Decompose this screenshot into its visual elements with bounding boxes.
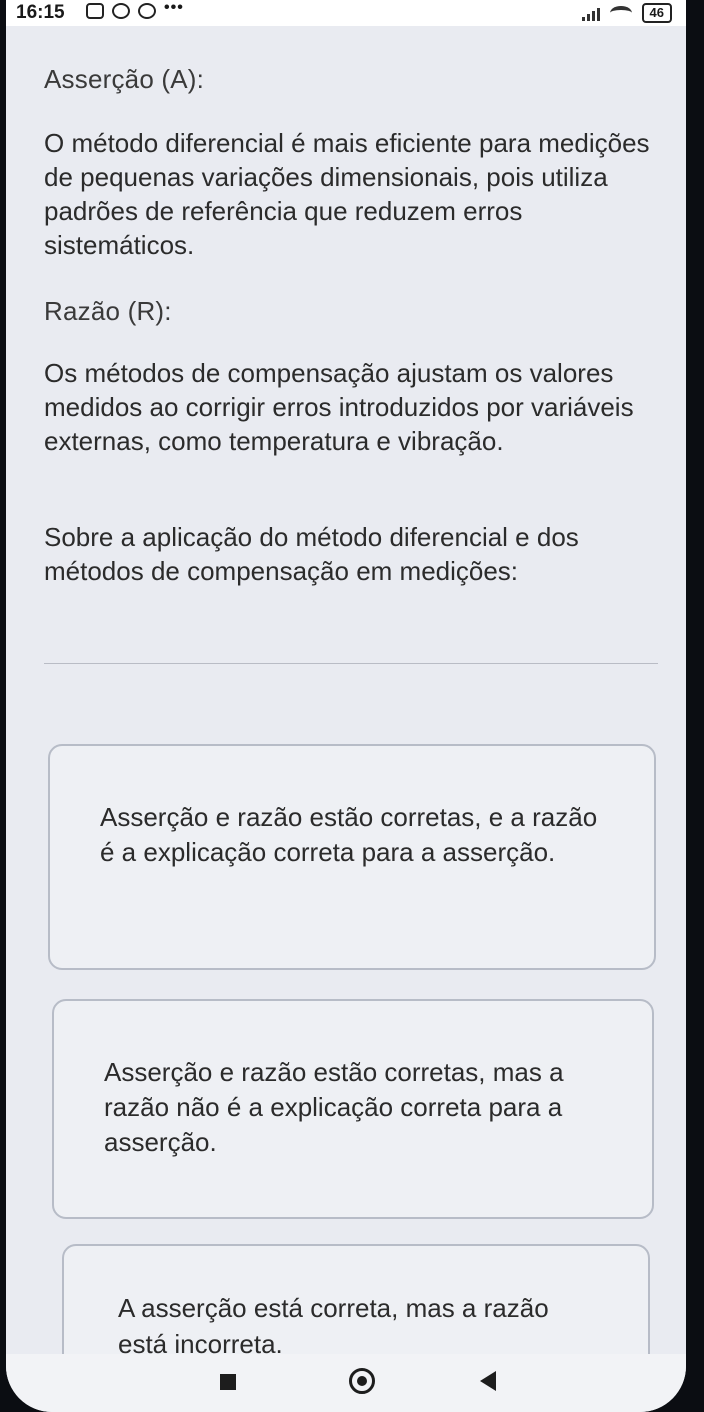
reason-text: Os métodos de compensação ajustam os val… [44, 358, 634, 456]
answer-option-label: A asserção está correta, mas a razão est… [118, 1293, 549, 1359]
answer-option-label: Asserção e razão estão corretas, e a raz… [100, 802, 598, 867]
home-button[interactable] [349, 1368, 375, 1394]
recents-button[interactable] [220, 1374, 236, 1390]
answer-option-1[interactable]: Asserção e razão estão corretas, e a raz… [48, 744, 656, 970]
battery-icon: 46 [641, 3, 672, 23]
answer-option-label: Asserção e razão estão corretas, mas a r… [104, 1057, 564, 1157]
notification-icons: ••• [86, 0, 184, 21]
reason-heading: Razão (R): [44, 296, 172, 326]
assertion-heading: Asserção (A): [44, 64, 205, 94]
phone-screen: 16:15 ••• 46 Asserção (A): O método dife… [6, 0, 686, 1412]
image-icon [86, 3, 104, 19]
status-time: 16:15 [16, 2, 65, 23]
assertion-text: O método diferencial é mais eficiente pa… [44, 128, 650, 260]
wifi-icon [609, 6, 632, 20]
more-dots-icon: ••• [164, 0, 184, 16]
navigation-bar [6, 1354, 686, 1412]
signal-icon [581, 5, 600, 21]
status-bar: 16:15 ••• 46 [6, 0, 686, 26]
app-icon [138, 3, 156, 19]
question-prompt: Sobre a aplicação do método diferencial … [44, 522, 579, 586]
facebook-icon [112, 3, 130, 19]
divider [44, 663, 658, 664]
back-button[interactable] [480, 1371, 496, 1391]
answer-option-2[interactable]: Asserção e razão estão corretas, mas a r… [52, 999, 654, 1219]
system-icons: 46 [581, 3, 672, 23]
